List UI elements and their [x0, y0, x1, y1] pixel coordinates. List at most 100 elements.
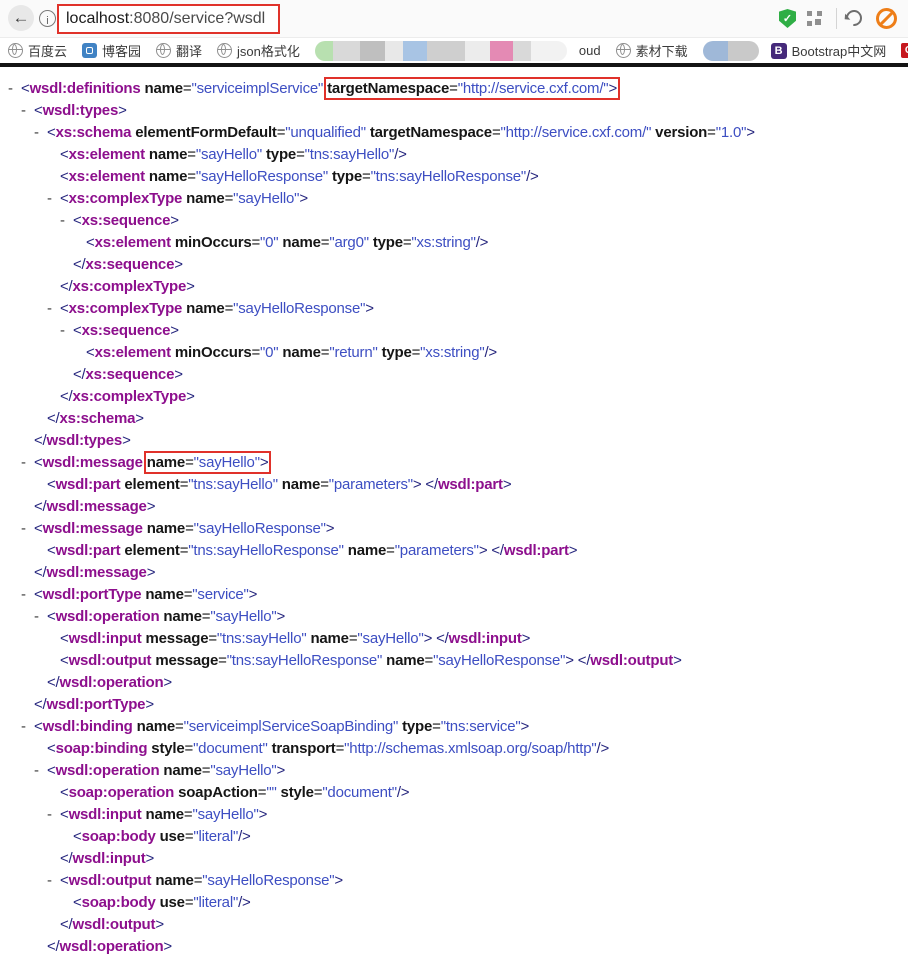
- collapse-toggle[interactable]: -: [21, 716, 34, 738]
- xml-token: "0": [260, 344, 279, 361]
- collapse-toggle[interactable]: -: [60, 210, 73, 232]
- xml-token: "arg0": [329, 234, 369, 251]
- xml-token: xs:complexType: [72, 388, 187, 405]
- xml-line: <wsdl:part element="tns:sayHelloResponse…: [0, 540, 908, 562]
- ad-block-icon[interactable]: [876, 8, 897, 29]
- xml-token: <: [47, 762, 56, 779]
- xml-token: =: [183, 586, 193, 603]
- xml-token: "tns:service": [440, 718, 521, 735]
- url-path: :8080/service?wsdl: [129, 10, 266, 27]
- back-button[interactable]: [8, 5, 34, 31]
- xml-token: "sayHello": [195, 146, 263, 163]
- collapse-toggle[interactable]: -: [34, 606, 47, 628]
- xml-token: "sayHello": [192, 806, 259, 823]
- xml-token: wsdl:input: [72, 850, 146, 867]
- xml-token: =: [179, 542, 189, 559]
- xml-token: />: [526, 168, 539, 185]
- xml-token: wsdl:input: [68, 630, 142, 647]
- xml-line: - <wsdl:operation name="sayHello">: [0, 606, 908, 628]
- bookmark-cnblogs[interactable]: 博客园: [82, 41, 141, 60]
- globe-icon: [615, 43, 631, 58]
- xml-token: xs:sequence: [81, 322, 171, 339]
- xml-token: <: [86, 234, 95, 251]
- xml-token: <: [60, 168, 69, 185]
- bookmark-json-format[interactable]: json格式化: [217, 41, 300, 60]
- bookmark-bootstrap[interactable]: Bootstrap中文网: [770, 41, 887, 60]
- qr-code-icon[interactable]: [807, 11, 822, 26]
- xml-token: =: [424, 652, 434, 669]
- xml-token: >: [520, 718, 530, 735]
- xml-token: "sayHello": [210, 608, 277, 625]
- xml-token: "tns:sayHelloResponse": [370, 168, 527, 185]
- collapse-toggle[interactable]: -: [47, 298, 60, 320]
- globe-icon: [8, 43, 23, 58]
- xml-token: type: [331, 168, 362, 185]
- xml-token: soapAction: [178, 784, 258, 801]
- xml-token: =: [184, 740, 194, 757]
- url-host: localhost: [66, 10, 130, 27]
- xml-token: </: [34, 432, 47, 449]
- bookmark-label: Bootstrap中文网: [791, 44, 887, 59]
- security-shield-icon[interactable]: [779, 9, 796, 28]
- xml-token: =: [296, 146, 305, 163]
- xml-line: - <wsdl:binding name="serviceimplServiceS…: [0, 716, 908, 738]
- collapse-toggle[interactable]: -: [47, 188, 60, 210]
- collapse-toggle[interactable]: -: [34, 760, 47, 782]
- xml-token: name: [186, 190, 225, 207]
- xml-token: >: [122, 432, 131, 449]
- xml-token: wsdl:output: [68, 652, 152, 669]
- xml-token: </: [60, 388, 73, 405]
- browser-window: localhost:8080/service?wsdl 百度云 博客园 翻译 j…: [0, 0, 908, 959]
- collapse-toggle[interactable]: -: [47, 804, 60, 826]
- xml-token: =: [208, 630, 217, 647]
- xml-token: >: [325, 520, 335, 537]
- xml-line: - <xs:complexType name="sayHelloResponse"…: [0, 298, 908, 320]
- collapse-toggle[interactable]: -: [21, 518, 34, 540]
- xml-token: </: [491, 542, 504, 559]
- xml-line: - <xs:schema elementFormDefault="unqualif…: [0, 122, 908, 144]
- xml-token: xs:complexType: [72, 278, 187, 295]
- xml-token: soap:body: [81, 894, 156, 911]
- xml-token: </: [436, 630, 449, 647]
- page-info-icon[interactable]: [39, 10, 56, 27]
- xml-token: name: [155, 872, 194, 889]
- xml-token: "sayHello": [357, 630, 424, 647]
- xml-token: "serviceimplService": [191, 80, 324, 97]
- xml-token: xs:schema: [55, 124, 132, 141]
- censored-blur: [702, 40, 759, 61]
- bookmark-gitee[interactable]: 码云: [901, 41, 908, 60]
- collapse-toggle[interactable]: -: [60, 320, 73, 342]
- xml-token: wsdl:definitions: [29, 80, 141, 97]
- bookmark-cloud-partial[interactable]: oud: [579, 43, 601, 58]
- collapse-toggle[interactable]: -: [21, 452, 34, 474]
- collapse-toggle[interactable]: -: [21, 584, 34, 606]
- bookmark-translate[interactable]: 翻译: [156, 41, 202, 60]
- bookmark-material-download[interactable]: 素材下载: [615, 41, 688, 60]
- xml-token: =: [187, 146, 196, 163]
- bookmark-baiduyun[interactable]: 百度云: [8, 41, 67, 60]
- xml-token: =: [411, 344, 421, 361]
- xml-token: name: [146, 520, 186, 537]
- xml-line: <soap:body use="literal"/>: [0, 892, 908, 914]
- collapse-toggle[interactable]: -: [34, 122, 47, 144]
- bookmark-label: json格式化: [237, 44, 300, 59]
- annotation-red-box: name="sayHello">: [143, 451, 272, 474]
- xml-token: style: [280, 784, 314, 801]
- xml-token: elementFormDefault: [135, 124, 277, 141]
- address-bar[interactable]: localhost:8080/service?wsdl: [57, 4, 280, 34]
- xml-token: name: [145, 586, 184, 603]
- collapse-toggle[interactable]: -: [47, 870, 60, 892]
- xml-token: "http://schemas.xmlsoap.org/soap/http": [344, 740, 597, 757]
- collapse-toggle[interactable]: -: [21, 100, 34, 122]
- refresh-icon[interactable]: [842, 6, 866, 30]
- xml-token: style: [151, 740, 185, 757]
- xml-token: wsdl:binding: [42, 718, 133, 735]
- xml-line: <wsdl:output message="tns:sayHelloRespon…: [0, 650, 908, 672]
- collapse-toggle[interactable]: -: [8, 78, 21, 100]
- xml-token: <: [47, 608, 56, 625]
- xml-token: "xs:string": [411, 234, 476, 251]
- xml-token: =: [218, 652, 227, 669]
- xml-line: </xs:sequence>: [0, 254, 908, 276]
- xml-line: - <xs:sequence>: [0, 210, 908, 232]
- xml-token: type: [372, 234, 403, 251]
